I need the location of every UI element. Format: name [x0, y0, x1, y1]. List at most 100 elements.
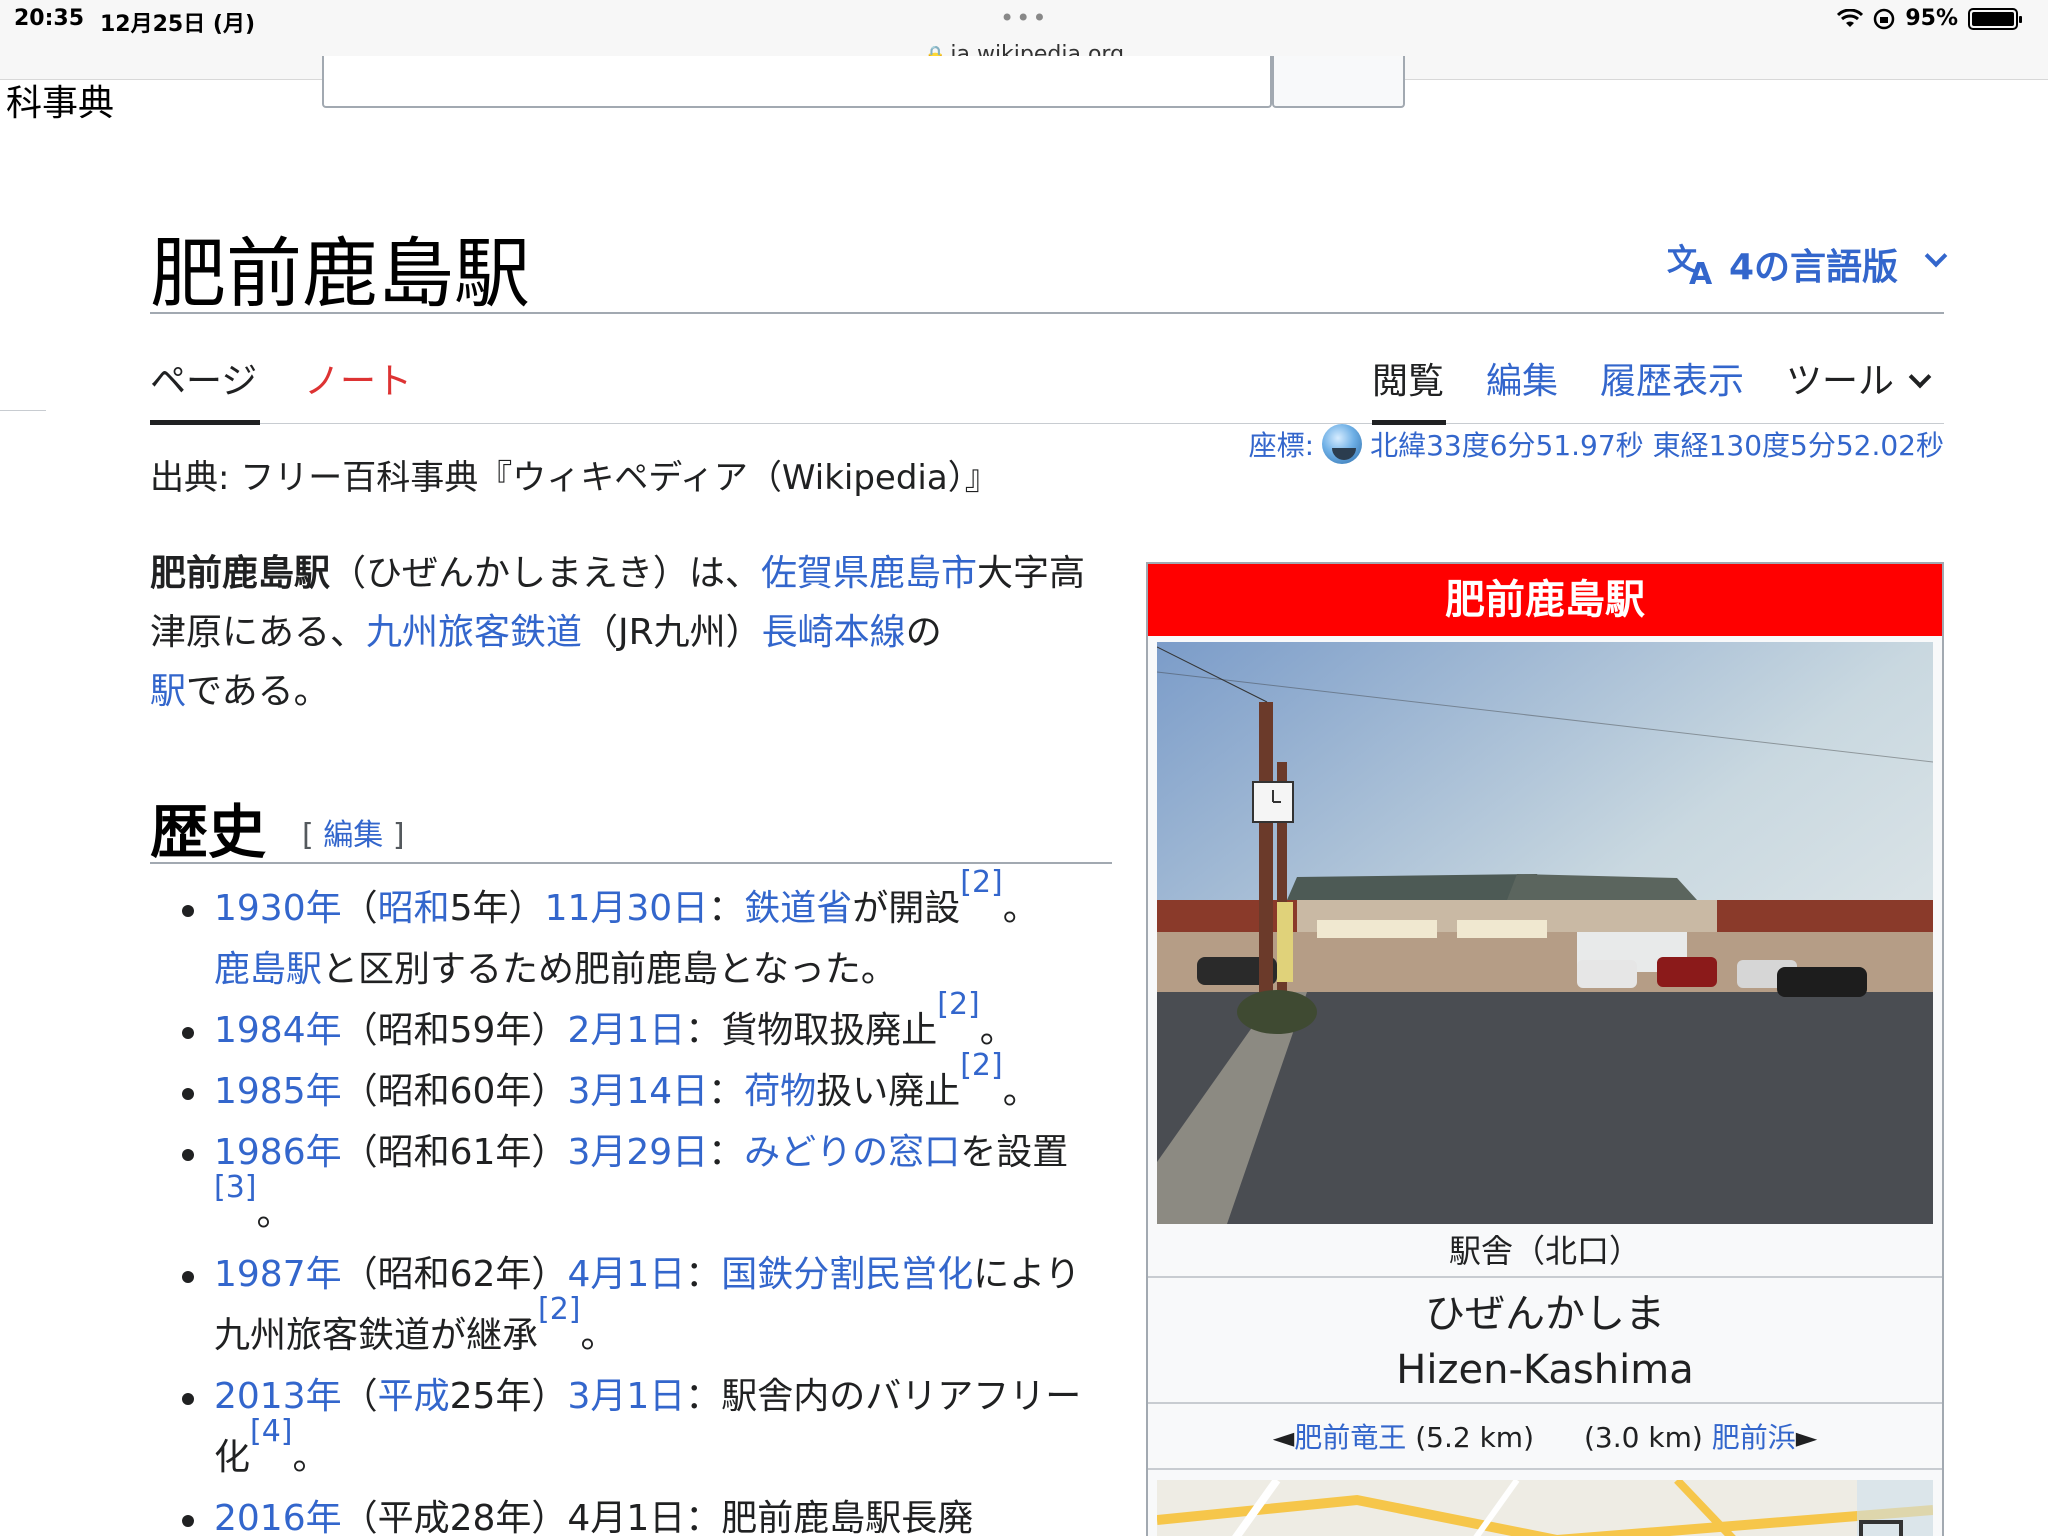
lead-paragraph: 肥前鹿島駅（ひぜんかしまえき）は、佐賀県鹿島市大字高津原にある、九州旅客鉄道（J… — [150, 544, 1110, 721]
bracket: [ — [302, 818, 314, 853]
text: 。 — [292, 1437, 329, 1478]
link-year[interactable]: 1986年 — [214, 1132, 342, 1173]
reference-link[interactable]: [2] — [937, 987, 980, 1022]
page-title: 肥前鹿島駅 — [150, 229, 530, 318]
tab-talk[interactable]: ノート — [304, 352, 412, 404]
link-nagasaki-line[interactable]: 長崎本線 — [762, 612, 906, 653]
map-image — [1157, 1480, 1933, 1536]
link-station[interactable]: 駅 — [150, 671, 186, 712]
link-year[interactable]: 1984年 — [214, 1010, 342, 1051]
infobox-title: 肥前鹿島駅 — [1148, 564, 1942, 636]
tab-history[interactable]: 履歴表示 — [1600, 352, 1744, 404]
prev-arrow-icon: ◄ — [1272, 1421, 1295, 1454]
text: 。 — [1002, 1071, 1039, 1112]
tab-tools[interactable]: ツール — [1786, 352, 1932, 404]
reference-link[interactable]: [2] — [538, 1292, 581, 1327]
multitasking-dots-icon[interactable]: ••• — [1000, 4, 1048, 32]
text: （昭和61年） — [341, 1132, 568, 1173]
expand-map-icon[interactable] — [1859, 1520, 1903, 1536]
battery-icon — [1968, 7, 2022, 30]
link-date[interactable]: 4月1日 — [567, 1254, 685, 1295]
text: 。 — [979, 1010, 1016, 1051]
status-right: 95% — [1837, 6, 2022, 31]
tab-page[interactable]: ページ — [150, 352, 257, 404]
lead-text: の — [905, 612, 942, 653]
link-year[interactable]: 1985年 — [214, 1071, 342, 1112]
station-name-kana: ひぜんかしま — [1425, 1291, 1665, 1337]
edit-section-button[interactable]: 編集 — [323, 818, 383, 853]
text: （ — [341, 888, 378, 929]
prev-distance: (5.2 km) — [1415, 1421, 1534, 1454]
link-era[interactable]: 昭和 — [378, 888, 450, 929]
coordinates-label[interactable]: 座標: — [1249, 424, 1314, 464]
text: （ — [341, 1376, 378, 1417]
search-input[interactable] — [322, 56, 1272, 108]
link-year[interactable]: 1987年 — [214, 1254, 342, 1295]
coordinates-value[interactable]: 北緯33度6分51.97秒 東経130度5分52.02秒 — [1370, 424, 1944, 464]
list-item: 2016年（平成28年）4月1日：肥前鹿島駅長廃 — [182, 1488, 1114, 1536]
link-kashima-city[interactable]: 鹿島市 — [869, 553, 977, 594]
link-era[interactable]: 平成 — [378, 1376, 450, 1417]
section-edit-link: [ 編集 ] — [302, 810, 405, 854]
link-date[interactable]: 11月30日 — [545, 888, 709, 929]
tab-read[interactable]: 閲覧 — [1372, 352, 1444, 404]
station-photo[interactable] — [1157, 642, 1933, 1224]
adjacent-stations: ◄肥前竜王 (5.2 km) (3.0 km) 肥前浜► — [1148, 1416, 1942, 1456]
tab-edit[interactable]: 編集 — [1486, 352, 1558, 404]
link-date[interactable]: 3月29日 — [567, 1132, 708, 1173]
infobox-divider — [1148, 1468, 1942, 1470]
lead-bold-title: 肥前鹿島駅 — [150, 553, 331, 594]
link-date[interactable]: 3月1日 — [567, 1376, 685, 1417]
link-year[interactable]: 2016年 — [214, 1498, 342, 1536]
globe-icon[interactable] — [1322, 424, 1363, 464]
link-term[interactable]: 荷物 — [744, 1071, 816, 1112]
reference-link[interactable]: [4] — [250, 1414, 293, 1449]
link-year[interactable]: 1930年 — [214, 888, 342, 929]
link-term[interactable]: みどりの窓口 — [744, 1132, 960, 1173]
reference-link[interactable]: [3] — [214, 1170, 257, 1205]
link-jr-kyushu[interactable]: 九州旅客鉄道 — [366, 612, 582, 653]
link-term[interactable]: 鉄道省 — [744, 888, 852, 929]
text: ： — [708, 888, 745, 929]
next-arrow-icon: ► — [1795, 1421, 1818, 1454]
search-button[interactable] — [1272, 56, 1405, 108]
chevron-down-icon — [1924, 244, 1948, 268]
text: 。 — [1002, 888, 1039, 929]
list-item: 2013年（平成25年）3月1日：駅舎内のバリアフリー化[4]。 — [182, 1366, 1114, 1488]
link-next-station[interactable]: 肥前浜 — [1712, 1421, 1796, 1454]
link-term[interactable]: 国鉄分割民営化 — [721, 1254, 973, 1295]
link-year[interactable]: 2013年 — [214, 1376, 342, 1417]
lead-text: である。 — [186, 671, 330, 712]
reference-link[interactable]: [2] — [960, 865, 1003, 900]
text: （昭和59年） — [341, 1010, 568, 1051]
list-item: 1986年（昭和61年）3月29日：みどりの窓口を設置 [3]。 — [182, 1122, 1114, 1244]
photo-caption: 駅舎（北口） — [1448, 1232, 1641, 1270]
link-date[interactable]: 3月14日 — [567, 1071, 708, 1112]
text: 25年） — [449, 1376, 568, 1417]
coordinates: 座標: 北緯33度6分51.97秒 東経130度5分52.02秒 — [1249, 424, 1944, 464]
link-term[interactable]: 鹿島駅 — [214, 949, 322, 990]
sidebar-divider — [0, 410, 46, 411]
link-date[interactable]: 2月1日 — [567, 1010, 685, 1051]
location-map[interactable] — [1157, 1480, 1933, 1536]
link-saga-prefecture[interactable]: 佐賀県 — [761, 553, 869, 594]
wikipedia-logo-text[interactable]: 科事典 — [6, 74, 114, 126]
language-selector[interactable]: 文 A 4の言語版 — [1667, 238, 1948, 290]
station-photo-image — [1157, 642, 1933, 1224]
orientation-lock-icon — [1874, 8, 1895, 29]
lead-text: （JR九州） — [582, 612, 762, 653]
reference-link[interactable]: [2] — [960, 1048, 1003, 1083]
lead-text: （ひぜんかしまえき）は、 — [330, 553, 761, 594]
text: を設置 — [960, 1132, 1069, 1173]
link-prev-station[interactable]: 肥前竜王 — [1294, 1421, 1406, 1454]
text: ： — [708, 1132, 745, 1173]
infobox-divider — [1148, 1402, 1942, 1404]
list-item: 1985年（昭和60年）3月14日：荷物扱い廃止[2]。 — [182, 1051, 1114, 1122]
site-subtitle: 出典: フリー百科事典『ウィキペディア（Wikipedia）』 — [150, 458, 999, 498]
text: （昭和62年） — [341, 1254, 568, 1295]
text: ：貨物取扱廃止 — [685, 1010, 938, 1051]
text: 。 — [256, 1193, 293, 1234]
text: 。 — [580, 1315, 617, 1356]
battery-percent: 95% — [1905, 6, 1958, 31]
text: （平成28年）4月1日：肥前鹿島駅長廃 — [341, 1498, 974, 1536]
